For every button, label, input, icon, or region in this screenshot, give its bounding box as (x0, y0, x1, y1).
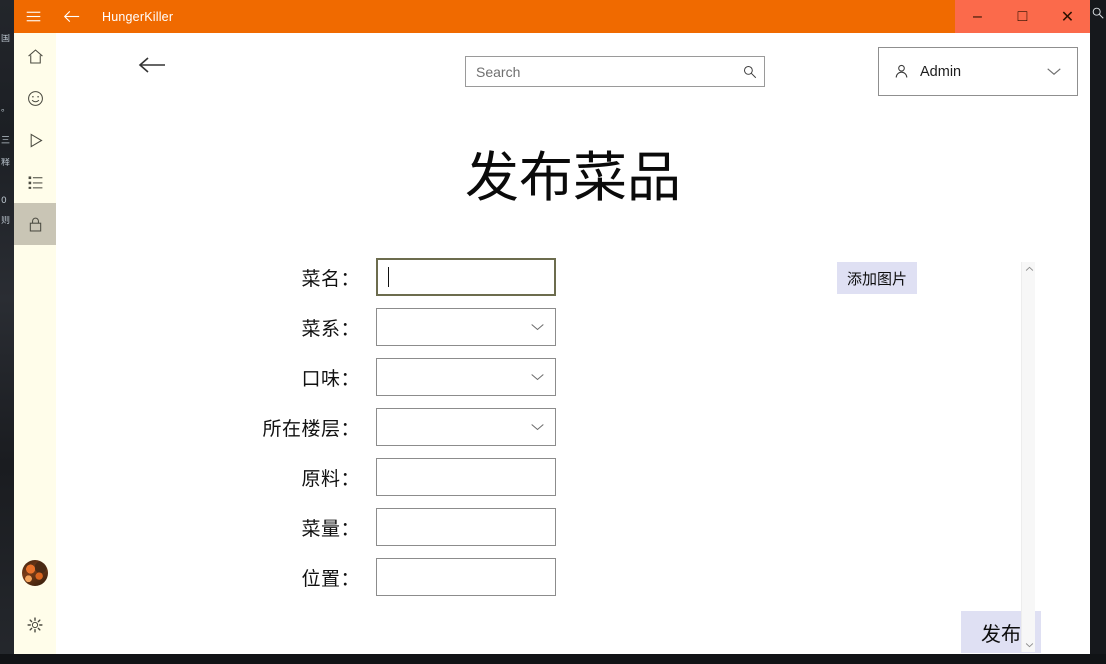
main-content: Admin 发布菜品 菜名： (56, 33, 1090, 654)
text-caret (388, 267, 389, 287)
sidebar-item-play[interactable] (14, 119, 56, 161)
person-icon (893, 63, 910, 80)
chevron-down-icon[interactable] (1045, 66, 1063, 77)
smiley-face-icon (26, 89, 45, 108)
search-box[interactable] (465, 56, 765, 87)
select-cuisine[interactable] (376, 308, 556, 346)
background-text-4: 释 (1, 158, 11, 168)
input-location[interactable] (376, 558, 556, 596)
chevron-down-icon (529, 372, 546, 382)
account-name: Admin (920, 63, 962, 80)
label-cuisine: 菜系： (301, 317, 360, 340)
sidebar-item-home[interactable] (14, 35, 56, 77)
background-text-5: 0 (1, 196, 7, 206)
search-icon[interactable] (736, 57, 764, 86)
form-row-cuisine: 菜系： (256, 307, 556, 347)
form-row-taste: 口味： (256, 357, 556, 397)
sidebar-bottom-group (14, 560, 56, 646)
hamburger-menu-button[interactable] (14, 0, 52, 33)
content-topbar: Admin (56, 33, 1090, 96)
titlebar-back-arrow-icon[interactable] (52, 0, 90, 33)
sidebar-item-settings[interactable] (14, 604, 56, 646)
sidebar-item-list[interactable] (14, 161, 56, 203)
label-location: 位置： (301, 567, 360, 590)
form-row-ingredients: 原料： (256, 457, 556, 497)
select-floor[interactable] (376, 408, 556, 446)
input-ingredients[interactable] (376, 458, 556, 496)
search-input[interactable] (466, 57, 736, 86)
add-image-button[interactable]: 添加图片 (837, 262, 917, 294)
background-text-6: 则 (1, 216, 11, 226)
lock-icon (26, 215, 45, 234)
sidebar-item-lock[interactable] (14, 203, 56, 245)
input-portion[interactable] (376, 508, 556, 546)
desktop-search-icon[interactable] (1091, 6, 1105, 26)
form-row-location: 位置： (256, 557, 556, 597)
background-window-strip: 国 。 三 释 0 则 (0, 0, 14, 664)
sidebar-item-mood[interactable] (14, 77, 56, 119)
vertical-scrollbar[interactable] (1021, 262, 1035, 652)
application-window: HungerKiller – □ ✕ Search Admin 发布菜品 菜名：… (14, 0, 1090, 654)
image-panel: 添加图片 发布 (816, 243, 1041, 653)
window-title: HungerKiller (102, 9, 174, 24)
window-body: Admin 发布菜品 菜名： (14, 33, 1090, 654)
chevron-down-icon (529, 322, 546, 332)
select-taste[interactable] (376, 358, 556, 396)
background-text-0: 国 (1, 34, 11, 44)
label-taste: 口味： (301, 367, 360, 390)
chevron-down-icon (529, 422, 546, 432)
title-bar: HungerKiller – □ ✕ (14, 0, 1090, 33)
form-row-floor: 所在楼层： (256, 407, 556, 447)
label-portion: 菜量： (301, 517, 360, 540)
back-arrow-icon[interactable] (137, 52, 169, 78)
play-triangle-icon (26, 131, 45, 150)
home-icon (26, 47, 45, 66)
form-row-portion: 菜量： (256, 507, 556, 547)
maximize-button[interactable]: □ (1000, 0, 1045, 33)
sidebar-top-group (14, 33, 56, 245)
desktop-taskbar (0, 654, 1106, 664)
close-button[interactable]: ✕ (1045, 0, 1090, 33)
minimize-button[interactable]: – (955, 0, 1000, 33)
label-dish-name: 菜名： (301, 267, 360, 290)
sidebar (14, 33, 56, 654)
label-ingredients: 原料： (301, 467, 360, 490)
gear-icon (26, 616, 44, 634)
background-text-2: 。 (1, 104, 11, 114)
chevron-up-icon[interactable] (1022, 262, 1036, 276)
list-icon (26, 173, 45, 192)
window-controls: – □ ✕ (955, 0, 1090, 33)
desktop-right-strip (1090, 0, 1106, 664)
account-dropdown[interactable]: Admin (878, 47, 1078, 96)
label-floor: 所在楼层： (262, 417, 360, 440)
form-row-dish-name: 菜名： (256, 257, 556, 297)
page-title: 发布菜品 (465, 146, 681, 209)
avatar[interactable] (22, 560, 48, 586)
chevron-down-icon[interactable] (1022, 638, 1036, 652)
input-dish-name[interactable] (376, 258, 556, 296)
background-text-3: 三 (1, 136, 11, 146)
